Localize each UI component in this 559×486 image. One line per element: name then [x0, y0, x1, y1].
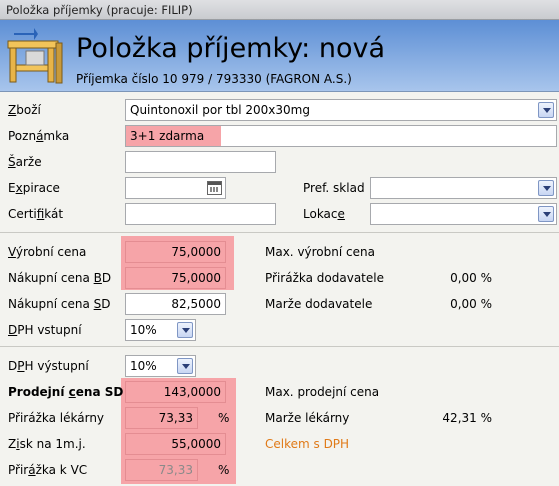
- marze-lekarny-label: Marže lékárny: [265, 411, 350, 425]
- prirazka-dodavatele-value: 0,00 %: [450, 271, 492, 285]
- nakupni-sd-field[interactable]: 82,5000: [125, 293, 226, 315]
- lokace-select[interactable]: [370, 203, 557, 225]
- section-divider: [0, 232, 559, 233]
- prodejni-cena-field[interactable]: 143,0000: [125, 381, 226, 403]
- chevron-down-icon[interactable]: [177, 322, 193, 338]
- chevron-down-icon[interactable]: [538, 180, 554, 196]
- marze-dodavatele-label: Marže dodavatele: [265, 297, 373, 311]
- prirazka-vc-field: 73,33: [125, 459, 198, 481]
- prirazka-vc-label: Přirážka k VC: [8, 463, 88, 477]
- nakupni-bd-field[interactable]: 75,0000: [125, 267, 226, 289]
- pref-sklad-label: Pref. sklad: [303, 181, 365, 195]
- pref-sklad-select[interactable]: [370, 177, 557, 199]
- nakupni-sd-label: Nákupní cena SD: [8, 297, 111, 311]
- expirace-field[interactable]: [125, 177, 226, 199]
- certifikat-label: Certifikát: [8, 207, 64, 221]
- zbozi-label: Zboží: [8, 103, 41, 117]
- header-banner: Položka příjemky: nová Příjemka číslo 10…: [0, 20, 559, 92]
- window-titlebar: Položka příjemky (pracuje: FILIP): [0, 0, 559, 20]
- certifikat-field[interactable]: [125, 203, 276, 225]
- max-vyrobni-label: Max. výrobní cena: [265, 245, 375, 259]
- shelf-icon: [4, 25, 66, 87]
- sarze-field[interactable]: [125, 151, 276, 173]
- max-prodejni-label: Max. prodejní cena: [265, 385, 380, 399]
- celkem-s-dph-link[interactable]: Celkem s DPH: [265, 437, 349, 451]
- window-title: Položka příjemky (pracuje: FILIP): [6, 3, 193, 17]
- dph-vystupni-select[interactable]: 10%: [125, 355, 196, 377]
- vyrobni-cena-field[interactable]: 75,0000: [125, 241, 226, 263]
- marze-lekarny-value: 42,31 %: [442, 411, 492, 425]
- zisk-label: Zisk na 1m.j.: [8, 437, 86, 451]
- lokace-label: Lokace: [303, 207, 345, 221]
- poznamka-field[interactable]: 3+1 zdarma: [125, 125, 557, 147]
- marze-dodavatele-value: 0,00 %: [450, 297, 492, 311]
- sarze-label: Šarže: [8, 155, 42, 169]
- percent-unit: %: [218, 411, 230, 425]
- percent-unit: %: [218, 463, 230, 477]
- prirazka-lekarny-field[interactable]: 73,33: [125, 407, 198, 429]
- vyrobni-cena-label: Výrobní cena: [8, 245, 87, 259]
- dph-vstupni-select[interactable]: 10%: [125, 319, 196, 341]
- dph-vystupni-label: DPH výstupní: [8, 359, 89, 373]
- zbozi-select[interactable]: Quintonoxil por tbl 200x30mg: [125, 99, 557, 121]
- nakupni-bd-label: Nákupní cena BD: [8, 271, 112, 285]
- dph-vstupni-label: DPH vstupní: [8, 323, 82, 337]
- poznamka-label: Poznámka: [8, 129, 70, 143]
- prodejni-cena-label: Prodejní cena SD: [8, 385, 124, 399]
- chevron-down-icon[interactable]: [177, 358, 193, 374]
- expirace-label: Expirace: [8, 181, 60, 195]
- chevron-down-icon[interactable]: [538, 102, 554, 118]
- page-subtitle: Příjemka číslo 10 979 / 793330 (FAGRON A…: [76, 72, 352, 86]
- prirazka-lekarny-label: Přirážka lékárny: [8, 411, 105, 425]
- zisk-field[interactable]: 55,0000: [125, 433, 226, 455]
- chevron-down-icon[interactable]: [538, 206, 554, 222]
- prirazka-dodavatele-label: Přirážka dodavatele: [265, 271, 384, 285]
- calendar-icon[interactable]: [207, 181, 222, 195]
- page-title: Položka příjemky: nová: [76, 33, 385, 64]
- section-divider: [0, 346, 559, 347]
